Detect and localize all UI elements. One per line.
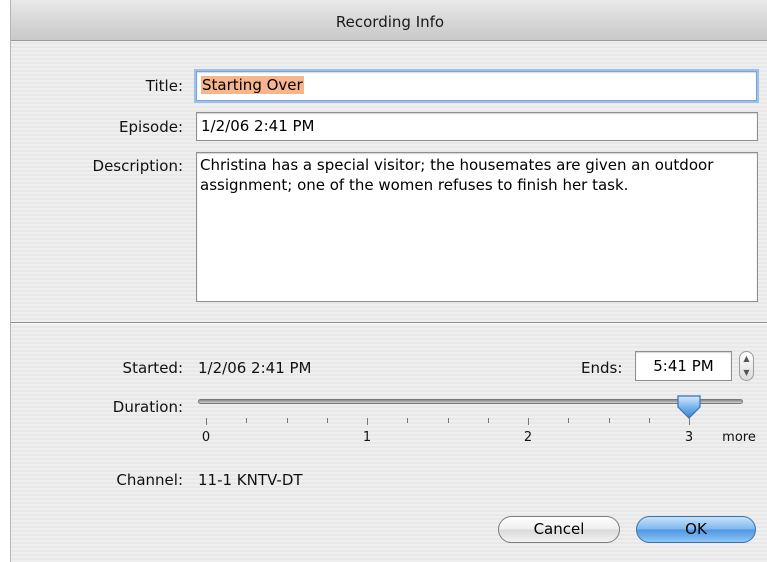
channel-label: Channel: [116, 471, 183, 489]
duration-label: Duration: [112, 398, 183, 416]
duration-minor-tick [246, 418, 248, 423]
slider-thumb-icon[interactable] [676, 394, 702, 420]
episode-label: Episode: [119, 118, 183, 136]
cancel-button[interactable]: Cancel [498, 516, 620, 543]
episode-field-value: 1/2/06 2:41 PM [201, 117, 315, 135]
title-label: Title: [145, 77, 183, 95]
ends-time-stepper[interactable]: ▲ ▼ [739, 351, 754, 381]
title-field-value: Starting Over [201, 76, 304, 94]
ok-button[interactable]: OK [636, 516, 756, 543]
duration-minor-tick [286, 418, 288, 423]
description-textarea[interactable]: Christina has a special visitor; the hou… [196, 152, 758, 302]
duration-major-tick [528, 418, 529, 425]
duration-tick-label: 3 [684, 430, 694, 445]
duration-slider-track[interactable] [198, 399, 743, 404]
ends-time-field[interactable]: 5:41 PM [635, 351, 732, 381]
ok-button-label: OK [685, 520, 707, 538]
duration-minor-tick [447, 418, 449, 423]
ends-time-value: 5:41 PM [653, 357, 714, 375]
ends-label: Ends: [581, 359, 623, 377]
section-divider [11, 322, 767, 324]
description-text: Christina has a special visitor; the hou… [200, 156, 714, 194]
duration-minor-tick [407, 418, 409, 423]
duration-tick-label: 0 [201, 430, 211, 445]
stepper-up-icon[interactable]: ▲ [740, 352, 753, 366]
cancel-button-label: Cancel [533, 520, 585, 538]
duration-minor-tick [326, 418, 328, 423]
stepper-down-icon[interactable]: ▼ [740, 366, 753, 380]
duration-major-tick [689, 418, 690, 425]
channel-value: 11-1 KNTV-DT [198, 471, 303, 489]
duration-major-tick [206, 418, 207, 425]
duration-tick-label: 1 [362, 430, 372, 445]
duration-minor-tick [608, 418, 610, 423]
episode-field[interactable]: 1/2/06 2:41 PM [196, 112, 758, 141]
duration-minor-tick [648, 418, 650, 423]
window-title: Recording Info [335, 13, 445, 31]
duration-tick-label: more [722, 430, 756, 445]
duration-major-tick [367, 418, 368, 425]
started-value: 1/2/06 2:41 PM [198, 359, 312, 377]
duration-minor-tick [487, 418, 489, 423]
duration-tick-label: 2 [523, 430, 533, 445]
description-label: Description: [92, 157, 183, 175]
started-label: Started: [122, 359, 183, 377]
title-bar[interactable]: Recording Info [11, 0, 767, 41]
title-field[interactable]: Starting Over [196, 71, 757, 101]
duration-minor-tick [568, 418, 570, 423]
recording-info-dialog: Recording Info Title: Starting Over Epis… [10, 0, 767, 562]
